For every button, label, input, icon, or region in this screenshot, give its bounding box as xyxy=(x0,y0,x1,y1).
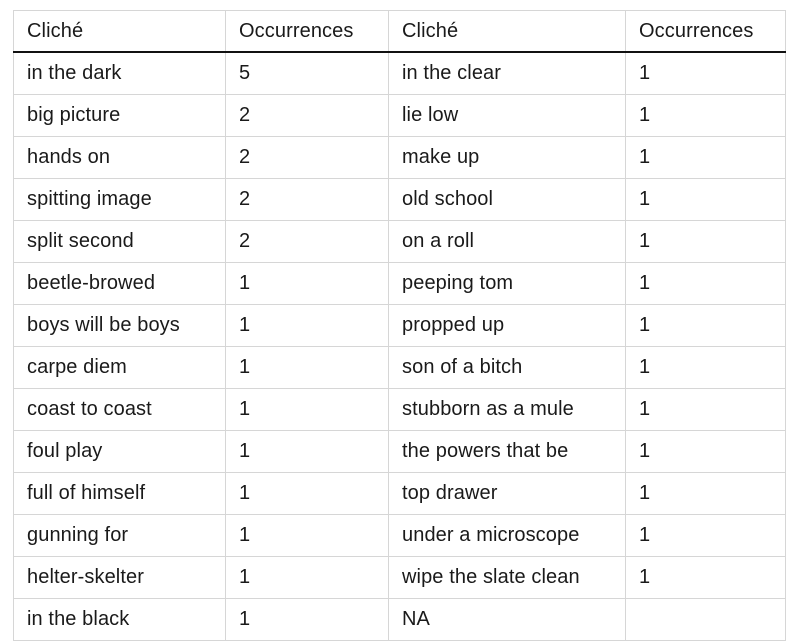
cell-cliche-left: foul play xyxy=(13,430,226,473)
cell-cliche-right: stubborn as a mule xyxy=(388,388,626,431)
column-header-cliche-right: Cliché xyxy=(388,10,626,53)
cell-cliche-left: split second xyxy=(13,220,226,263)
cell-occurrences-right: 1 xyxy=(625,472,786,515)
cell-cliche-right: son of a bitch xyxy=(388,346,626,389)
cell-occurrences-left: 1 xyxy=(225,556,389,599)
cell-occurrences-right: 1 xyxy=(625,346,786,389)
cell-occurrences-left: 1 xyxy=(225,598,389,641)
cell-occurrences-right: 1 xyxy=(625,262,786,305)
table-row: carpe diem 1 son of a bitch 1 xyxy=(13,346,786,389)
cell-occurrences-left: 2 xyxy=(225,178,389,221)
cell-occurrences-left: 2 xyxy=(225,220,389,263)
table-row: coast to coast 1 stubborn as a mule 1 xyxy=(13,388,786,431)
cell-occurrences-left: 1 xyxy=(225,262,389,305)
cliche-table-container: Cliché Occurrences Cliché Occurrences in… xyxy=(13,10,786,641)
cell-cliche-left: boys will be boys xyxy=(13,304,226,347)
cell-cliche-left: full of himself xyxy=(13,472,226,515)
cell-occurrences-left: 1 xyxy=(225,472,389,515)
table-row: helter-skelter 1 wipe the slate clean 1 xyxy=(13,556,786,599)
cell-occurrences-left: 1 xyxy=(225,304,389,347)
cell-cliche-right: top drawer xyxy=(388,472,626,515)
cell-occurrences-right: 1 xyxy=(625,51,786,95)
cell-occurrences-left: 1 xyxy=(225,388,389,431)
cell-cliche-right: under a microscope xyxy=(388,514,626,557)
table-row: big picture 2 lie low 1 xyxy=(13,94,786,137)
cell-cliche-left: hands on xyxy=(13,136,226,179)
cell-cliche-left: gunning for xyxy=(13,514,226,557)
cell-occurrences-left: 1 xyxy=(225,430,389,473)
cell-cliche-right: lie low xyxy=(388,94,626,137)
cliche-occurrences-table: Cliché Occurrences Cliché Occurrences in… xyxy=(13,10,786,641)
cell-occurrences-left: 1 xyxy=(225,514,389,557)
table-row: split second 2 on a roll 1 xyxy=(13,220,786,263)
cell-occurrences-right: 1 xyxy=(625,220,786,263)
cell-occurrences-left: 2 xyxy=(225,136,389,179)
table-header: Cliché Occurrences Cliché Occurrences xyxy=(13,10,786,53)
table-row: full of himself 1 top drawer 1 xyxy=(13,472,786,515)
cell-occurrences-left: 2 xyxy=(225,94,389,137)
cell-occurrences-left: 1 xyxy=(225,346,389,389)
table-row: hands on 2 make up 1 xyxy=(13,136,786,179)
cell-cliche-right: peeping tom xyxy=(388,262,626,305)
cell-occurrences-right: 1 xyxy=(625,430,786,473)
cell-cliche-left: spitting image xyxy=(13,178,226,221)
table-row: in the dark 5 in the clear 1 xyxy=(13,51,786,95)
cell-cliche-left: carpe diem xyxy=(13,346,226,389)
cell-cliche-left: in the dark xyxy=(13,51,226,95)
table-row: spitting image 2 old school 1 xyxy=(13,178,786,221)
table-header-row: Cliché Occurrences Cliché Occurrences xyxy=(13,10,786,53)
cell-cliche-right: the powers that be xyxy=(388,430,626,473)
cell-cliche-right: NA xyxy=(388,598,626,641)
cell-cliche-left: beetle-browed xyxy=(13,262,226,305)
cell-cliche-left: big picture xyxy=(13,94,226,137)
cell-occurrences-right: 1 xyxy=(625,136,786,179)
cell-occurrences-right: 1 xyxy=(625,304,786,347)
cell-cliche-left: coast to coast xyxy=(13,388,226,431)
cell-cliche-right: propped up xyxy=(388,304,626,347)
table-row: beetle-browed 1 peeping tom 1 xyxy=(13,262,786,305)
cell-occurrences-right: 1 xyxy=(625,388,786,431)
cell-occurrences-right: 1 xyxy=(625,178,786,221)
cell-cliche-right: wipe the slate clean xyxy=(388,556,626,599)
cell-cliche-left: helter-skelter xyxy=(13,556,226,599)
table-row: foul play 1 the powers that be 1 xyxy=(13,430,786,473)
cell-cliche-right: in the clear xyxy=(388,51,626,95)
cell-occurrences-right xyxy=(625,598,786,641)
table-row: boys will be boys 1 propped up 1 xyxy=(13,304,786,347)
cell-occurrences-right: 1 xyxy=(625,556,786,599)
cell-cliche-right: on a roll xyxy=(388,220,626,263)
column-header-occurrences-left: Occurrences xyxy=(225,10,389,53)
column-header-occurrences-right: Occurrences xyxy=(625,10,786,53)
cell-occurrences-left: 5 xyxy=(225,51,389,95)
column-header-cliche-left: Cliché xyxy=(13,10,226,53)
cell-cliche-left: in the black xyxy=(13,598,226,641)
cell-occurrences-right: 1 xyxy=(625,94,786,137)
table-body: in the dark 5 in the clear 1 big picture 2 lie… xyxy=(13,51,786,641)
table-row: in the black 1 NA xyxy=(13,598,786,641)
cell-cliche-right: old school xyxy=(388,178,626,221)
cell-occurrences-right: 1 xyxy=(625,514,786,557)
table-row: gunning for 1 under a microscope 1 xyxy=(13,514,786,557)
cell-cliche-right: make up xyxy=(388,136,626,179)
